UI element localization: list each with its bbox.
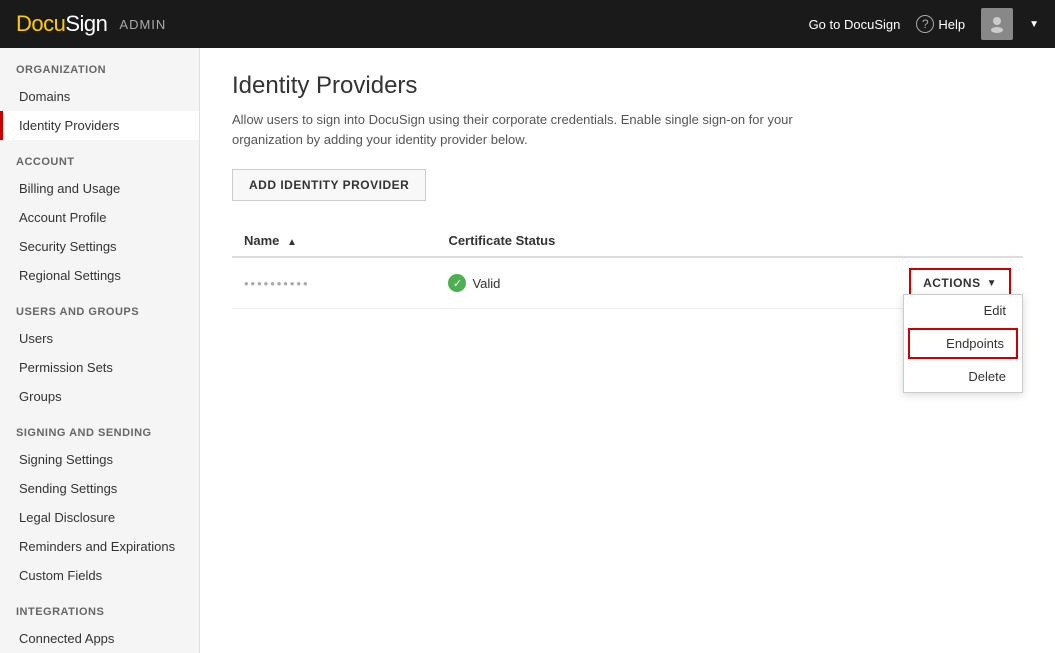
status-cell: ✓ Valid (436, 257, 735, 309)
col-actions-header (735, 225, 1023, 257)
logo-highlight: Docu (16, 11, 65, 36)
sidebar-item-custom-fields[interactable]: Custom Fields (0, 561, 199, 590)
page-title: Identity Providers (232, 72, 1023, 100)
sidebar-section-organization: ORGANIZATION (0, 48, 199, 82)
sidebar-item-legal-disclosure[interactable]: Legal Disclosure (0, 503, 199, 532)
page-description: Allow users to sign into DocuSign using … (232, 110, 952, 149)
sidebar-item-regional-settings[interactable]: Regional Settings (0, 261, 199, 290)
actions-dropdown: Edit Endpoints Delete (903, 294, 1023, 393)
admin-label: ADMIN (119, 17, 166, 32)
nav-right: Go to DocuSign ? Help ▼ (809, 8, 1039, 40)
actions-dropdown-arrow-icon: ▼ (987, 278, 997, 289)
sidebar-item-billing-usage[interactable]: Billing and Usage (0, 174, 199, 203)
user-avatar[interactable] (981, 8, 1013, 40)
provider-name-blurred: •••••••••• (244, 276, 310, 291)
sidebar-section-integrations: INTEGRATIONS (0, 590, 199, 624)
col-name-header[interactable]: Name ▲ (232, 225, 436, 257)
sidebar-item-groups[interactable]: Groups (0, 382, 199, 411)
logo-area: DocuSign ADMIN (16, 11, 166, 37)
sidebar-section-signing-sending: SIGNING AND SENDING (0, 411, 199, 445)
sidebar-section-users-groups: USERS AND GROUPS (0, 290, 199, 324)
dropdown-item-edit[interactable]: Edit (904, 295, 1022, 326)
col-status-header: Certificate Status (436, 225, 735, 257)
sidebar-item-permission-sets[interactable]: Permission Sets (0, 353, 199, 382)
sidebar-item-identity-providers[interactable]: Identity Providers (0, 111, 199, 140)
sidebar-item-users[interactable]: Users (0, 324, 199, 353)
dropdown-item-delete[interactable]: Delete (904, 361, 1022, 392)
table-row: •••••••••• ✓ Valid ACTIONS ▼ (232, 257, 1023, 309)
help-circle-icon: ? (916, 15, 934, 33)
main-layout: ORGANIZATION Domains Identity Providers … (0, 48, 1055, 653)
sidebar-item-reminders-expirations[interactable]: Reminders and Expirations (0, 532, 199, 561)
sidebar-item-connected-apps[interactable]: Connected Apps (0, 624, 199, 653)
valid-status-icon: ✓ (448, 274, 466, 292)
status-label: Valid (472, 276, 500, 291)
sidebar-item-signing-settings[interactable]: Signing Settings (0, 445, 199, 474)
go-to-docusign-link[interactable]: Go to DocuSign (809, 17, 901, 32)
sort-arrow-icon: ▲ (287, 237, 297, 248)
sidebar-item-account-profile[interactable]: Account Profile (0, 203, 199, 232)
content-area: Identity Providers Allow users to sign i… (200, 48, 1055, 653)
sidebar-section-account: ACCOUNT (0, 140, 199, 174)
add-identity-provider-button[interactable]: ADD IDENTITY PROVIDER (232, 169, 426, 201)
sidebar-item-security-settings[interactable]: Security Settings (0, 232, 199, 261)
description-line1: Allow users to sign into DocuSign using … (232, 112, 793, 127)
user-dropdown-arrow[interactable]: ▼ (1029, 19, 1039, 30)
logo: DocuSign (16, 11, 107, 37)
sidebar: ORGANIZATION Domains Identity Providers … (0, 48, 200, 653)
sidebar-item-sending-settings[interactable]: Sending Settings (0, 474, 199, 503)
sidebar-item-domains[interactable]: Domains (0, 82, 199, 111)
help-link[interactable]: ? Help (916, 15, 965, 33)
status-valid-container: ✓ Valid (448, 274, 723, 292)
top-nav: DocuSign ADMIN Go to DocuSign ? Help ▼ (0, 0, 1055, 48)
description-line2: organization by adding your identity pro… (232, 132, 528, 147)
dropdown-item-endpoints[interactable]: Endpoints (908, 328, 1018, 359)
actions-cell: ACTIONS ▼ Edit Endpoints Delete (735, 257, 1023, 309)
provider-name-cell: •••••••••• (232, 257, 436, 309)
help-label: Help (938, 17, 965, 32)
identity-providers-table: Name ▲ Certificate Status •••••••••• ✓ (232, 225, 1023, 309)
